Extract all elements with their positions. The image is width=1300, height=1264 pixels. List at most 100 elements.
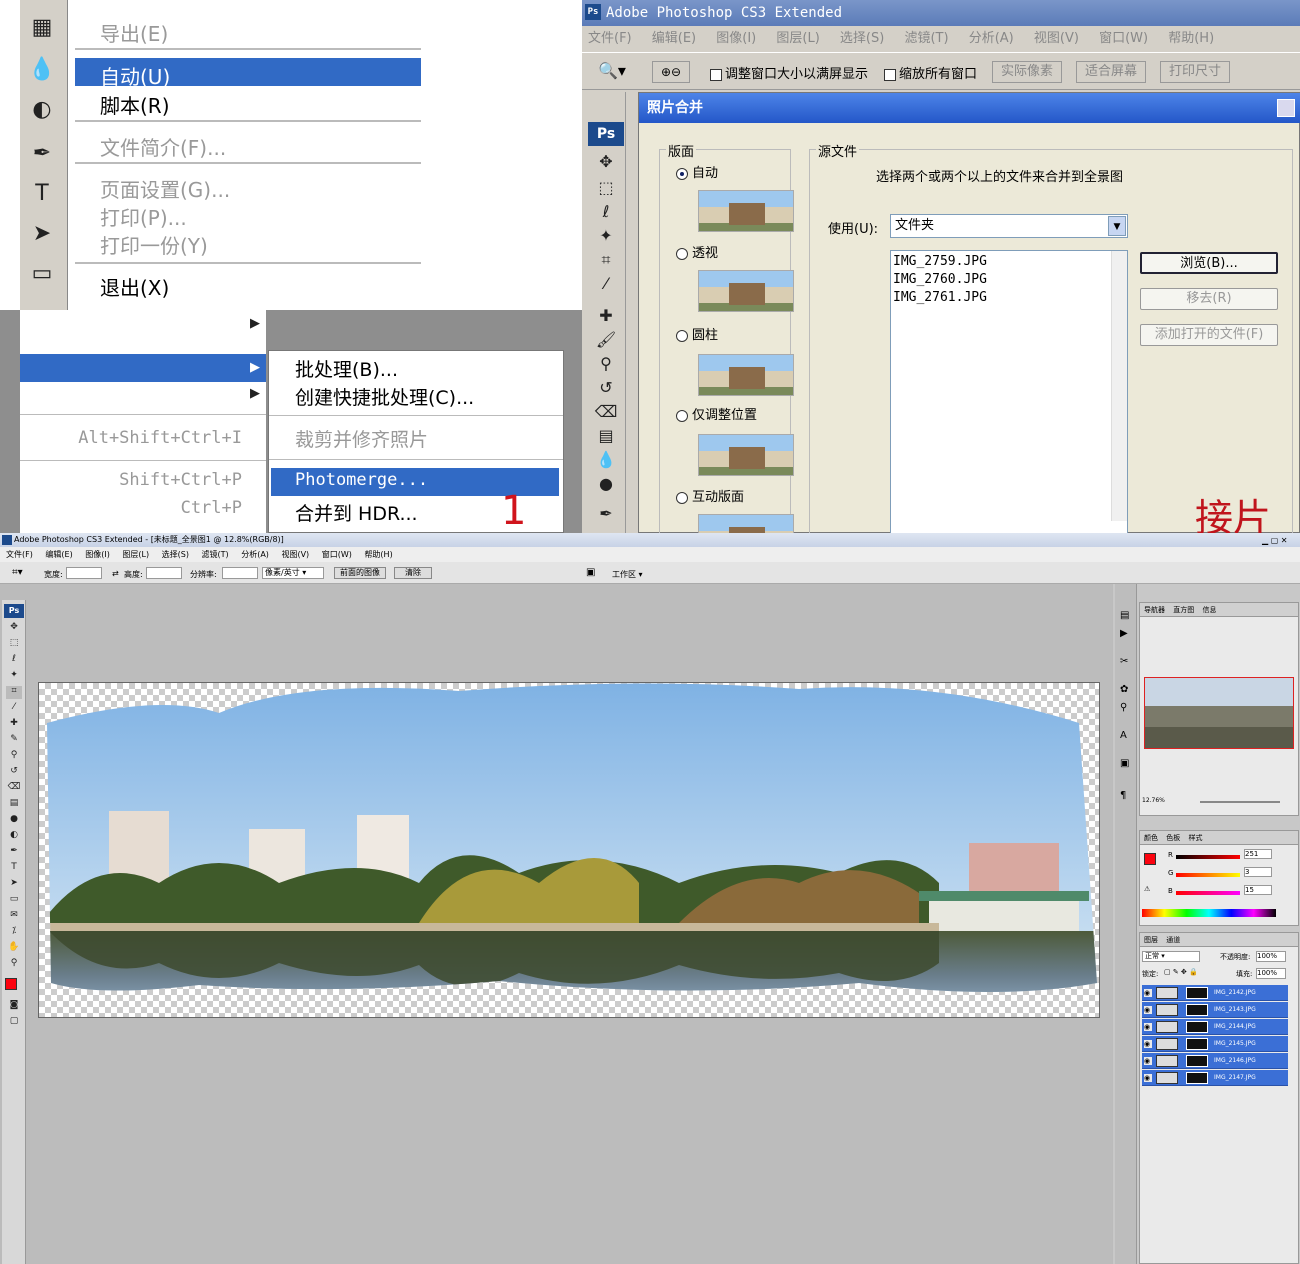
zoom-tool-icon[interactable]: ⚲ <box>6 958 22 971</box>
menu-crop-straighten[interactable]: 裁剪并修齐照片 <box>295 425 428 452</box>
list-item[interactable]: IMG_2759.JPG <box>893 253 987 271</box>
layer-comps-icon[interactable]: ▣ <box>1120 758 1129 769</box>
g-input[interactable]: 3 <box>1244 867 1272 877</box>
eraser-tool-icon[interactable]: ⌫ <box>6 782 22 795</box>
brush-tool-icon[interactable]: 🖌 <box>594 330 618 352</box>
menu-file[interactable]: 文件(F) <box>6 550 33 559</box>
front-image-button[interactable]: 前面的图像 <box>334 567 386 579</box>
menu-image[interactable]: 图像(I) <box>85 550 110 559</box>
gradient-tool-icon[interactable]: ▤ <box>594 426 618 448</box>
menu-image[interactable]: 图像(I) <box>716 28 756 50</box>
opacity-input[interactable]: 100% <box>1256 951 1286 962</box>
workspace-menu[interactable]: 工作区 ▾ <box>612 569 643 580</box>
radio-interactive[interactable]: 互动版面 <box>676 486 744 505</box>
character-panel-icon[interactable]: A <box>1120 730 1127 741</box>
menu-print[interactable]: 打印(P)... <box>100 202 187 231</box>
dodge-tool-icon[interactable]: ◐ <box>24 92 60 128</box>
brushes-panel-icon[interactable]: ✿ <box>1120 684 1128 695</box>
type-tool-icon[interactable]: T <box>24 176 60 212</box>
path-select-icon[interactable]: ➤ <box>24 216 60 252</box>
stamp-tool-icon[interactable]: ⚲ <box>6 750 22 763</box>
gradient-tool-icon[interactable]: ▦ <box>24 10 60 46</box>
marquee-tool-icon[interactable]: ⬚ <box>6 638 22 651</box>
layer-row[interactable]: ◉ IMG_2144.JPG <box>1142 1019 1288 1035</box>
tab-histogram[interactable]: 直方图 <box>1173 606 1194 614</box>
layer-row[interactable]: ◉ IMG_2147.JPG <box>1142 1070 1288 1086</box>
layer-row[interactable]: ◉ IMG_2146.JPG <box>1142 1053 1288 1069</box>
b-input[interactable]: 15 <box>1244 885 1272 895</box>
healing-brush-icon[interactable]: ✚ <box>6 718 22 731</box>
screen-mode-icon[interactable]: ▢ <box>6 1016 22 1029</box>
menu-help[interactable]: 帮助(H) <box>364 550 392 559</box>
menu-exit[interactable]: 退出(X) <box>100 272 169 301</box>
menu-create-droplet[interactable]: 创建快捷批处理(C)... <box>295 383 474 410</box>
history-brush-icon[interactable]: ↺ <box>594 378 618 400</box>
tab-channels[interactable]: 通道 <box>1166 936 1180 944</box>
history-brush-icon[interactable]: ↺ <box>6 766 22 779</box>
gamut-warning-icon[interactable]: ⚠ <box>1144 885 1150 893</box>
eye-icon[interactable]: ◉ <box>1144 1074 1152 1082</box>
color-ramp[interactable] <box>1142 909 1276 917</box>
blur-tool-icon[interactable]: ● <box>6 814 22 827</box>
menu-analysis[interactable]: 分析(A) <box>241 550 269 559</box>
crop-tool-icon[interactable]: ⌗▾ <box>12 567 23 578</box>
menu-automate[interactable]: 自动(U) <box>100 61 170 90</box>
menu-print-one[interactable]: 打印一份(Y) <box>100 230 208 259</box>
crop-tool-icon[interactable]: ⌗ <box>594 250 618 272</box>
tab-navigator[interactable]: 导航器 <box>1144 606 1165 614</box>
chevron-down-icon[interactable]: ▼ <box>1108 216 1126 236</box>
eye-icon[interactable]: ◉ <box>1144 1006 1152 1014</box>
actual-pixels-button[interactable]: 实际像素 <box>992 61 1063 83</box>
menu-analysis[interactable]: 分析(A) <box>969 28 1014 50</box>
unit-select[interactable]: 像素/英寸 ▾ <box>262 567 324 579</box>
swap-icon[interactable]: ⇄ <box>112 569 119 578</box>
clear-button[interactable]: 清除 <box>394 567 432 579</box>
file-list[interactable]: IMG_2759.JPG IMG_2760.JPG IMG_2761.JPG <box>890 250 1128 533</box>
remove-button[interactable]: 移去(R) <box>1140 288 1278 310</box>
actions-panel-icon[interactable]: ▶ <box>1120 628 1128 639</box>
eye-icon[interactable]: ◉ <box>1144 1057 1152 1065</box>
dialog-close-icon[interactable] <box>1277 99 1295 117</box>
browse-button[interactable]: 浏览(B)... <box>1140 252 1278 274</box>
menu-select[interactable]: 选择(S) <box>840 28 884 50</box>
pen-tool-icon[interactable]: ✒ <box>24 136 60 172</box>
layer-row[interactable]: ◉ IMG_2142.JPG <box>1142 985 1288 1001</box>
marquee-tool-icon[interactable]: ⬚ <box>594 178 618 200</box>
menu-layer[interactable]: 图层(L) <box>776 28 819 50</box>
bridge-icon[interactable]: ▣ <box>586 567 595 578</box>
pen-tool-icon[interactable]: ✒ <box>594 504 618 526</box>
zoom-tool-icon[interactable]: 🔍▾ <box>598 61 626 80</box>
resize-windows-checkbox[interactable]: 调整窗口大小以满屏显示 <box>710 63 868 82</box>
slice-tool-icon[interactable]: ⁄ <box>6 702 22 715</box>
clone-source-icon[interactable]: ⚲ <box>1120 702 1127 713</box>
menu-help[interactable]: 帮助(H) <box>1168 28 1214 50</box>
g-slider[interactable] <box>1176 873 1240 877</box>
blend-mode-select[interactable]: 正常 ▾ <box>1142 951 1200 962</box>
tab-info[interactable]: 信息 <box>1202 606 1216 614</box>
menu-edit[interactable]: 编辑(E) <box>45 550 72 559</box>
zoom-slider[interactable] <box>1200 801 1280 803</box>
healing-brush-icon[interactable]: ✚ <box>594 306 618 328</box>
path-select-icon[interactable]: ➤ <box>6 878 22 891</box>
menu-file[interactable]: 文件(F) <box>588 28 632 50</box>
eye-icon[interactable]: ◉ <box>1144 1040 1152 1048</box>
dodge-tool-icon[interactable]: ● <box>594 474 618 496</box>
lasso-tool-icon[interactable]: ℓ <box>6 654 22 667</box>
lasso-tool-icon[interactable]: ℓ <box>594 202 618 224</box>
history-panel-icon[interactable]: ▤ <box>1120 610 1129 621</box>
tab-swatches[interactable]: 色板 <box>1166 834 1180 842</box>
eye-icon[interactable]: ◉ <box>1144 989 1152 997</box>
menu-batch[interactable]: 批处理(B)... <box>295 355 398 382</box>
r-input[interactable]: 251 <box>1244 849 1272 859</box>
use-select[interactable]: 文件夹 ▼ <box>890 214 1128 238</box>
fill-input[interactable]: 100% <box>1256 968 1286 979</box>
paragraph-panel-icon[interactable]: ¶ <box>1120 790 1126 801</box>
magic-wand-icon[interactable]: ✦ <box>6 670 22 683</box>
print-size-button[interactable]: 打印尺寸 <box>1160 61 1231 83</box>
radio-reposition[interactable]: 仅调整位置 <box>676 404 757 423</box>
tab-color[interactable]: 颜色 <box>1144 834 1158 842</box>
list-item[interactable]: IMG_2760.JPG <box>893 271 987 289</box>
blur-tool-icon[interactable]: 💧 <box>24 52 60 88</box>
menu-edit[interactable]: 编辑(E) <box>652 28 696 50</box>
file-list-scrollbar[interactable] <box>1111 251 1127 521</box>
